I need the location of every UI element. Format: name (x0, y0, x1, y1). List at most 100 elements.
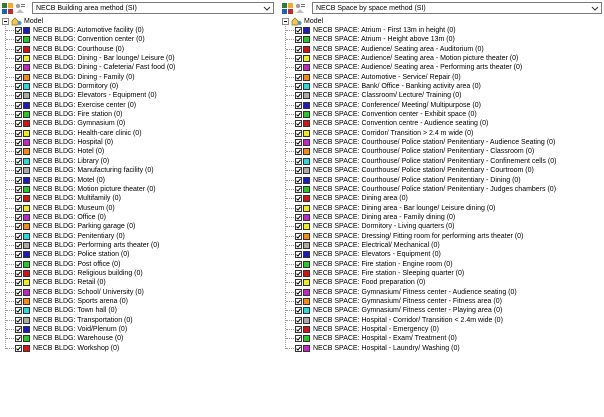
list-item[interactable]: NECB BLDG: Parking garage (0) (0, 222, 278, 231)
list-item[interactable]: NECB BLDG: Motel (0) (0, 176, 278, 185)
color-swatch[interactable] (23, 326, 30, 333)
list-item[interactable]: NECB BLDG: Elevators - Equipment (0) (0, 91, 278, 100)
visibility-checkbox[interactable] (15, 101, 22, 109)
visibility-checkbox[interactable] (295, 241, 302, 249)
visibility-checkbox[interactable] (295, 120, 302, 128)
list-item[interactable]: NECB SPACE: Hospital - Corridor/ Transit… (280, 316, 602, 325)
color-swatch[interactable] (23, 27, 30, 34)
visibility-checkbox[interactable] (15, 111, 22, 119)
visibility-checkbox[interactable] (15, 241, 22, 249)
list-item[interactable]: NECB SPACE: Classroom/ Lecture/ Training… (280, 91, 602, 100)
list-item[interactable]: NECB SPACE: Gymnasium/ Fitness center - … (280, 288, 602, 297)
visibility-checkbox[interactable] (15, 129, 22, 137)
visibility-checkbox[interactable] (15, 288, 22, 296)
color-swatch[interactable] (303, 64, 310, 72)
visibility-checkbox[interactable] (295, 195, 302, 203)
color-swatch[interactable] (303, 83, 310, 91)
color-swatch[interactable] (303, 92, 310, 100)
color-swatch[interactable] (303, 73, 310, 81)
color-swatch[interactable] (303, 36, 310, 44)
list-item[interactable]: NECB SPACE: Audience/ Seating area - Aud… (280, 45, 602, 54)
list-item[interactable]: NECB SPACE: Dining area - Bar lounge/ Le… (280, 204, 602, 213)
list-item[interactable]: NECB SPACE: Courthouse/ Police station/ … (280, 138, 602, 147)
visibility-checkbox[interactable] (295, 64, 302, 72)
color-swatch[interactable] (23, 129, 30, 137)
color-swatch[interactable] (303, 232, 310, 240)
list-item[interactable]: NECB SPACE: Food preparation (0) (280, 278, 602, 287)
visibility-checkbox[interactable] (295, 45, 302, 53)
list-item[interactable]: NECB BLDG: Hotel (0) (0, 147, 278, 156)
list-item[interactable]: NECB BLDG: Library (0) (0, 157, 278, 166)
left-method-select[interactable]: NECB Building area method (SI) (32, 2, 274, 14)
visibility-checkbox[interactable] (15, 279, 22, 287)
visibility-checkbox[interactable] (15, 335, 22, 343)
visibility-checkbox[interactable] (15, 297, 22, 305)
color-swatch[interactable] (23, 269, 30, 277)
list-item[interactable]: NECB BLDG: Transportation (0) (0, 316, 278, 325)
visibility-checkbox[interactable] (15, 55, 22, 63)
color-swatch[interactable] (303, 288, 310, 296)
list-item[interactable]: NECB BLDG: Dining - Cafeteria/ Fast food… (0, 63, 278, 72)
color-swatch[interactable] (303, 167, 310, 175)
list-item[interactable]: NECB SPACE: Convention center - Exhibit … (280, 110, 602, 119)
visibility-checkbox[interactable] (15, 92, 22, 100)
visibility-checkbox[interactable] (295, 316, 302, 324)
color-swatch[interactable] (23, 223, 30, 231)
color-swatch[interactable] (23, 148, 30, 156)
visibility-checkbox[interactable] (15, 213, 22, 221)
visibility-checkbox[interactable] (295, 157, 302, 165)
visibility-checkbox[interactable] (295, 260, 302, 268)
list-item[interactable]: NECB BLDG: Post office (0) (0, 260, 278, 269)
list-item[interactable]: NECB SPACE: Hospital - Emergency (0) (280, 325, 602, 334)
visibility-checkbox[interactable] (15, 260, 22, 268)
visibility-checkbox[interactable] (295, 92, 302, 100)
visibility-checkbox[interactable] (295, 307, 302, 315)
color-swatch[interactable] (303, 129, 310, 137)
color-swatch[interactable] (23, 101, 30, 109)
color-swatch[interactable] (303, 279, 310, 287)
list-item[interactable]: NECB BLDG: Warehouse (0) (0, 334, 278, 343)
color-swatch[interactable] (23, 45, 30, 53)
visibility-checkbox[interactable] (295, 326, 302, 333)
color-swatch[interactable] (23, 241, 30, 249)
color-swatch[interactable] (23, 344, 30, 352)
color-swatch[interactable] (23, 83, 30, 91)
color-swatch[interactable] (303, 269, 310, 277)
visibility-checkbox[interactable] (295, 101, 302, 109)
color-swatch[interactable] (303, 139, 310, 147)
list-item[interactable]: NECB BLDG: Religious building (0) (0, 269, 278, 278)
list-item[interactable]: NECB BLDG: Police station (0) (0, 250, 278, 259)
visibility-checkbox[interactable] (295, 269, 302, 277)
visibility-checkbox[interactable] (15, 73, 22, 81)
visibility-checkbox[interactable] (15, 232, 22, 240)
visibility-checkbox[interactable] (15, 45, 22, 53)
list-item[interactable]: NECB BLDG: Health-care clinic (0) (0, 129, 278, 138)
color-swatch[interactable] (23, 297, 30, 305)
visibility-checkbox[interactable] (295, 27, 302, 34)
visibility-checkbox[interactable] (15, 326, 22, 333)
list-item[interactable]: NECB BLDG: Dining - Bar lounge/ Leisure … (0, 54, 278, 63)
list-item[interactable]: NECB SPACE: Hospital - Laundry/ Washing … (280, 344, 602, 353)
list-item[interactable]: NECB SPACE: Automotive - Service/ Repair… (280, 73, 602, 82)
color-swatch[interactable] (303, 176, 310, 184)
list-item[interactable]: NECB SPACE: Courthouse/ Police station/ … (280, 157, 602, 166)
color-swatch[interactable] (303, 55, 310, 63)
visibility-checkbox[interactable] (15, 251, 22, 259)
list-item[interactable]: NECB BLDG: Motion picture theater (0) (0, 185, 278, 194)
list-item[interactable]: NECB SPACE: Dining area (0) (280, 194, 602, 203)
color-swatch[interactable] (303, 101, 310, 109)
color-swatch[interactable] (23, 157, 30, 165)
visibility-checkbox[interactable] (15, 344, 22, 352)
visibility-checkbox[interactable] (15, 83, 22, 91)
visibility-checkbox[interactable] (295, 232, 302, 240)
color-swatch[interactable] (23, 176, 30, 184)
visibility-checkbox[interactable] (295, 185, 302, 193)
list-item[interactable]: NECB SPACE: Atrium - First 13m in height… (280, 26, 602, 35)
visibility-checkbox[interactable] (15, 176, 22, 184)
list-item[interactable]: NECB BLDG: Museum (0) (0, 204, 278, 213)
visibility-checkbox[interactable] (15, 167, 22, 175)
color-swatch[interactable] (23, 204, 30, 212)
visibility-checkbox[interactable] (15, 139, 22, 147)
visibility-checkbox[interactable] (295, 344, 302, 352)
visibility-checkbox[interactable] (15, 120, 22, 128)
